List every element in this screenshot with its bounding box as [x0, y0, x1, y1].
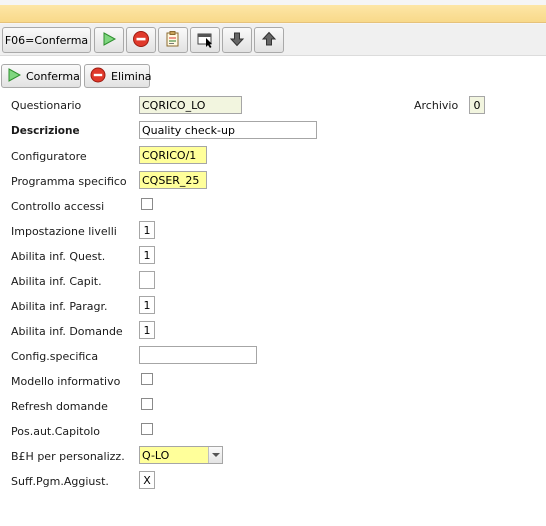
configuratore-field[interactable]: CQRICO/1: [139, 146, 207, 164]
abilita-capit-field[interactable]: [139, 271, 155, 289]
descrizione-field[interactable]: Quality check-up: [139, 121, 317, 139]
edit-clipboard-button[interactable]: [158, 27, 188, 53]
modello-informativo-checkbox[interactable]: [141, 373, 153, 385]
beh-personalizz-label: B£H per personalizz.: [11, 450, 125, 463]
delete-label: Elimina: [111, 69, 152, 83]
questionario-field[interactable]: CQRICO_LO: [139, 96, 242, 114]
questionario-label: Questionario: [11, 99, 82, 112]
abilita-quest-field[interactable]: 1: [139, 246, 155, 264]
toolbar: F06=Conferma: [0, 24, 546, 56]
abilita-paragr-label: Abilita inf. Paragr.: [11, 300, 108, 313]
pos-aut-capitolo-label: Pos.aut.Capitolo: [11, 425, 101, 438]
suff-pgm-field[interactable]: X: [139, 471, 155, 489]
f06-confirm-label: F06=Conferma: [4, 33, 89, 47]
abilita-quest-label: Abilita inf. Quest.: [11, 250, 106, 263]
delete-button[interactable]: Elimina: [84, 64, 152, 88]
refresh-domande-checkbox[interactable]: [141, 398, 153, 410]
impostazione-livelli-field[interactable]: 1: [139, 221, 155, 239]
move-up-button[interactable]: [254, 27, 284, 53]
stop-icon: [90, 67, 106, 86]
chevron-down-icon: [211, 453, 220, 457]
abilita-domande-field[interactable]: 1: [139, 321, 155, 339]
abilita-paragr-field[interactable]: 1: [139, 296, 155, 314]
confirm-button[interactable]: Conferma: [1, 64, 81, 88]
modello-informativo-label: Modello informativo: [11, 375, 121, 388]
stop-icon: [132, 30, 150, 51]
abilita-domande-label: Abilita inf. Domande: [11, 325, 123, 338]
combo-dropdown-button[interactable]: [208, 447, 222, 463]
window-top-bar: [0, 0, 546, 24]
pos-aut-capitolo-checkbox[interactable]: [141, 423, 153, 435]
programma-specifico-label: Programma specifico: [11, 175, 127, 188]
play-icon: [7, 67, 22, 85]
select-window-button[interactable]: [190, 27, 220, 53]
arrow-up-icon: [261, 31, 277, 50]
controllo-accessi-checkbox[interactable]: [141, 198, 153, 210]
configuratore-label: Configuratore: [11, 150, 87, 163]
abilita-capit-label: Abilita inf. Capit.: [11, 275, 102, 288]
clipboard-icon: [164, 30, 182, 51]
refresh-domande-label: Refresh domande: [11, 400, 108, 413]
beh-personalizz-value: Q-LO: [142, 449, 170, 462]
impostazione-livelli-label: Impostazione livelli: [11, 225, 117, 238]
archivio-label: Archivio: [414, 99, 459, 112]
programma-specifico-field[interactable]: CQSER_25: [139, 171, 207, 189]
confirm-label: Conferma: [26, 69, 80, 83]
run-button[interactable]: [94, 27, 124, 53]
move-down-button[interactable]: [222, 27, 252, 53]
play-icon: [101, 31, 117, 50]
controllo-accessi-label: Controllo accessi: [11, 200, 105, 213]
arrow-down-icon: [229, 31, 245, 50]
header-accent-bar: [0, 5, 546, 23]
suff-pgm-label: Suff.Pgm.Aggiust.: [11, 475, 109, 488]
archivio-field[interactable]: 0: [469, 96, 485, 114]
config-specifica-label: Config.specifica: [11, 350, 99, 363]
f06-confirm-button[interactable]: F06=Conferma: [2, 27, 91, 53]
stop-button[interactable]: [126, 27, 156, 53]
beh-personalizz-combo[interactable]: Q-LO: [139, 446, 223, 464]
config-specifica-field[interactable]: [139, 346, 257, 364]
window-pointer-icon: [196, 30, 214, 51]
descrizione-label: Descrizione: [11, 125, 80, 137]
